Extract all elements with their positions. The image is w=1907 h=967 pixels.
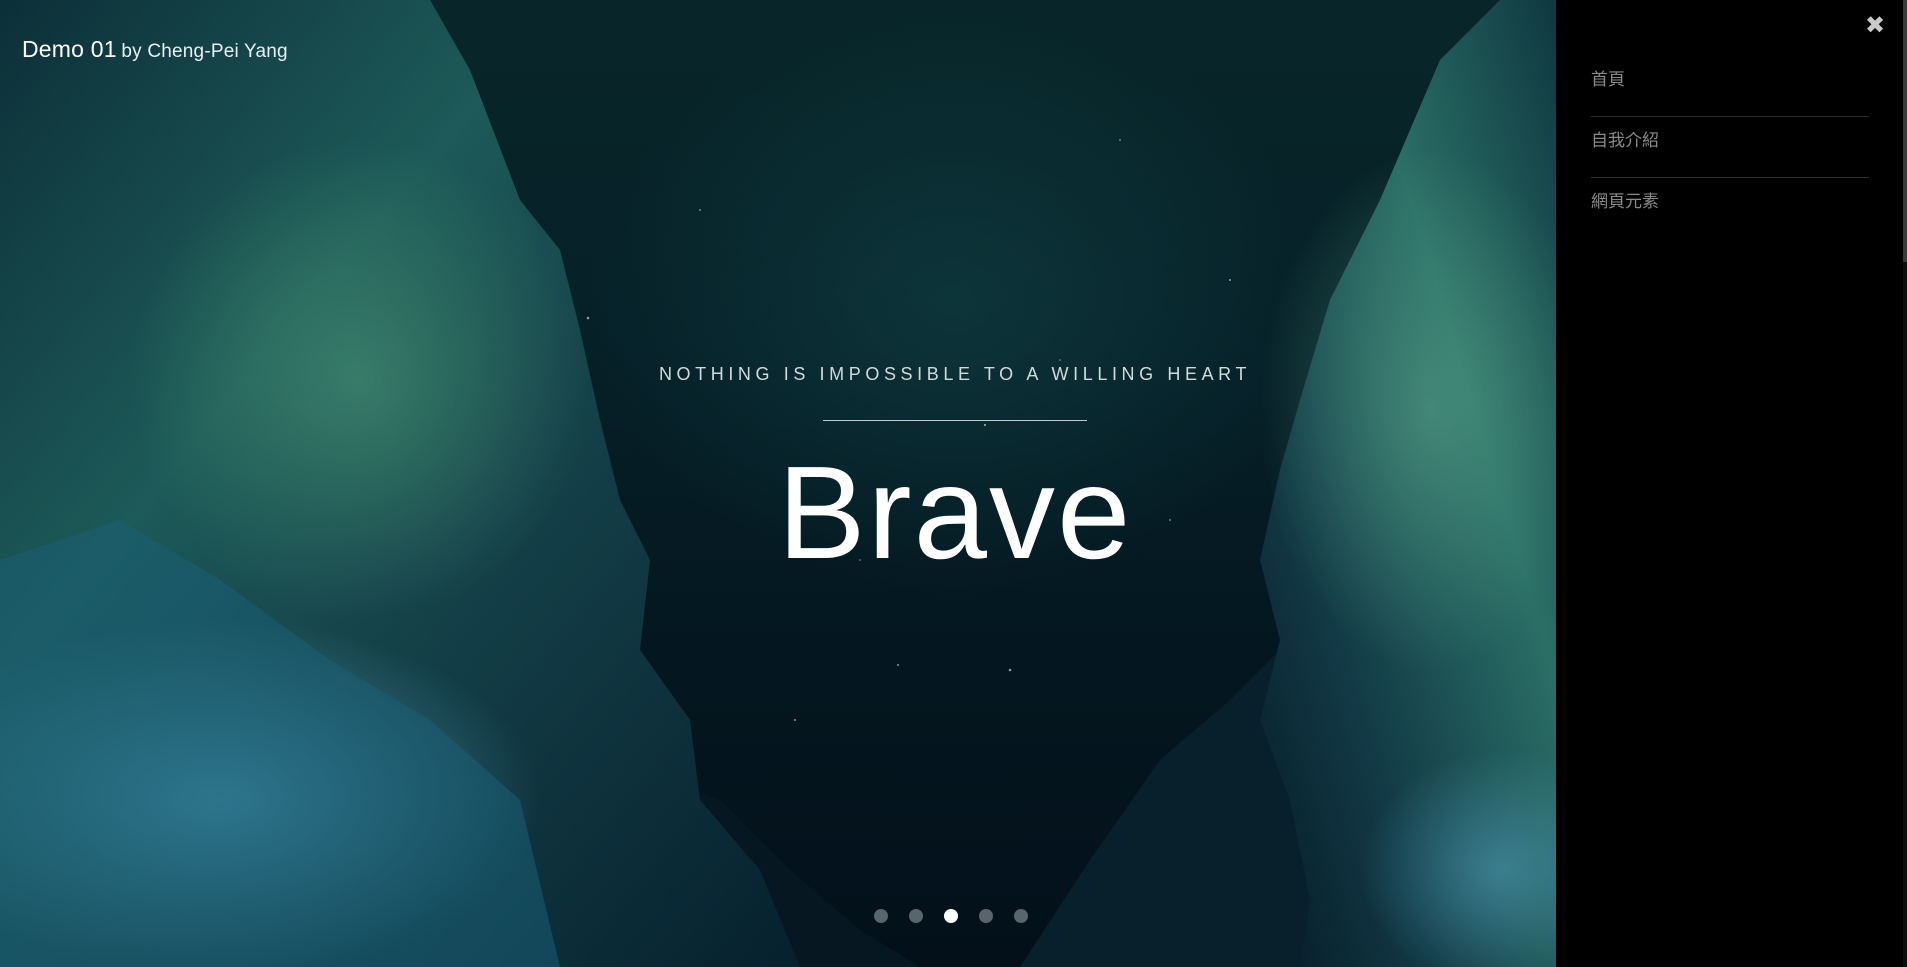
slider-pagination xyxy=(874,909,1028,923)
hero-headline: Brave xyxy=(777,439,1133,586)
hero-divider xyxy=(823,420,1087,421)
nav-item-home[interactable]: 首頁 xyxy=(1591,56,1869,117)
brand-title: Demo 01 xyxy=(22,36,117,62)
brand-byline: by Cheng-Pei Yang xyxy=(121,41,288,62)
close-icon[interactable]: ✖ xyxy=(1863,14,1887,38)
slider-dot[interactable] xyxy=(909,909,923,923)
nav-item-elements[interactable]: 網頁元素 xyxy=(1591,178,1869,239)
scrollbar[interactable] xyxy=(1903,0,1907,967)
stars xyxy=(586,139,1231,721)
site-brand[interactable]: Demo 01 by Cheng-Pei Yang xyxy=(22,36,288,63)
side-nav-menu: 首頁 自我介紹 網頁元素 xyxy=(1591,56,1869,239)
page: Demo 01 by Cheng-Pei Yang NOTHING IS IMP… xyxy=(0,0,1907,967)
slider-dot-active[interactable] xyxy=(944,909,958,923)
scrollbar-thumb[interactable] xyxy=(1903,0,1907,262)
slider-dot[interactable] xyxy=(874,909,888,923)
slider-dot[interactable] xyxy=(979,909,993,923)
slider-dot[interactable] xyxy=(1014,909,1028,923)
nav-item-about[interactable]: 自我介紹 xyxy=(1591,117,1869,178)
hero-tagline: NOTHING IS IMPOSSIBLE TO A WILLING HEART xyxy=(658,364,1252,384)
